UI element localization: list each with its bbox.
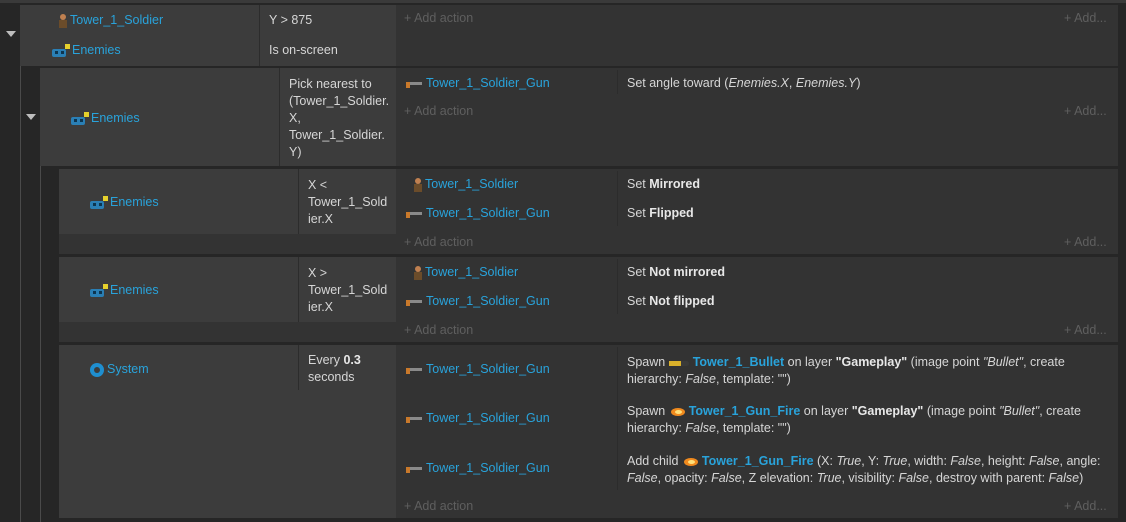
collapse-toggle-icon[interactable] <box>26 114 36 120</box>
soldier-sprite-icon <box>413 265 423 280</box>
action-object[interactable]: Tower_1_Soldier_Gun <box>404 410 550 427</box>
condition-object[interactable]: Tower_1_Soldier <box>58 12 163 29</box>
enemy-sprite-icon <box>88 195 108 210</box>
action-text[interactable]: Set Not flipped <box>627 293 715 310</box>
condition-text[interactable]: X < Tower_1_Sold ier.X <box>308 177 387 228</box>
add-action-button[interactable]: + Add action <box>404 234 473 251</box>
condition-object[interactable]: System <box>89 361 149 378</box>
action-text[interactable]: Spawn Tower_1_Bullet on layer "Gameplay"… <box>627 354 1065 388</box>
action-object[interactable]: Tower_1_Soldier_Gun <box>404 460 550 477</box>
gear-icon <box>89 362 105 378</box>
action-object[interactable]: Tower_1_Soldier <box>413 264 518 281</box>
add-action-button[interactable]: + Add action <box>404 498 473 515</box>
add-button[interactable]: + Add... <box>1064 234 1107 251</box>
gun-sprite-icon <box>404 414 424 424</box>
column-divider <box>298 169 299 234</box>
tree-line <box>40 166 41 522</box>
condition-text[interactable]: X > Tower_1_Sold ier.X <box>308 265 387 316</box>
gun-sprite-icon <box>404 365 424 375</box>
action-text[interactable]: Add child Tower_1_Gun_Fire (X: True, Y: … <box>627 453 1101 487</box>
action-object[interactable]: Tower_1_Soldier_Gun <box>404 293 550 310</box>
action-object[interactable]: Tower_1_Soldier_Gun <box>404 75 550 92</box>
condition-object[interactable]: Enemies <box>50 42 121 59</box>
soldier-sprite-icon <box>413 177 423 192</box>
add-action-button[interactable]: + Add action <box>404 10 473 27</box>
condition-object[interactable]: Enemies <box>88 282 159 299</box>
action-object[interactable]: Tower_1_Soldier <box>413 176 518 193</box>
action-text[interactable]: Spawn Tower_1_Gun_Fire on layer "Gamepla… <box>627 403 1081 437</box>
column-divider <box>259 5 260 66</box>
top-border <box>0 0 1126 3</box>
enemy-sprite-icon <box>50 43 70 58</box>
gun-fire-sprite-icon <box>682 456 700 468</box>
condition-text[interactable]: Pick nearest to (Tower_1_Soldier. X, Tow… <box>289 76 389 161</box>
condition-object[interactable]: Enemies <box>88 194 159 211</box>
tree-line <box>20 66 21 522</box>
action-text[interactable]: Set Not mirrored <box>627 264 725 281</box>
condition-text[interactable]: Is on-screen <box>269 42 338 59</box>
column-divider <box>617 347 618 490</box>
action-text[interactable]: Set angle toward (Enemies.X, Enemies.Y) <box>627 75 860 92</box>
condition-text[interactable]: Y > 875 <box>269 12 312 29</box>
condition-text[interactable]: Every 0.3 seconds <box>308 352 361 386</box>
gun-sprite-icon <box>404 79 424 89</box>
action-object[interactable]: Tower_1_Soldier_Gun <box>404 205 550 222</box>
action-text[interactable]: Set Mirrored <box>627 176 700 193</box>
enemy-sprite-icon <box>69 111 89 126</box>
add-action-button[interactable]: + Add action <box>404 322 473 339</box>
add-action-button[interactable]: + Add action <box>404 103 473 120</box>
gun-fire-sprite-icon <box>669 406 687 418</box>
column-divider <box>279 68 280 166</box>
gun-sprite-icon <box>404 297 424 307</box>
collapse-toggle-icon[interactable] <box>6 31 16 37</box>
add-button[interactable]: + Add... <box>1064 498 1107 515</box>
enemy-sprite-icon <box>88 283 108 298</box>
column-divider <box>298 257 299 322</box>
column-divider <box>617 70 618 94</box>
add-button[interactable]: + Add... <box>1064 10 1107 27</box>
column-divider <box>617 259 618 314</box>
gun-sprite-icon <box>404 209 424 219</box>
add-button[interactable]: + Add... <box>1064 103 1107 120</box>
column-divider <box>298 345 299 390</box>
condition-object[interactable]: Enemies <box>69 110 140 127</box>
gun-sprite-icon <box>404 464 424 474</box>
action-text[interactable]: Set Flipped <box>627 205 694 222</box>
bullet-sprite-icon <box>668 358 691 368</box>
soldier-sprite-icon <box>58 13 68 28</box>
add-button[interactable]: + Add... <box>1064 322 1107 339</box>
action-object[interactable]: Tower_1_Soldier_Gun <box>404 361 550 378</box>
column-divider <box>617 171 618 226</box>
